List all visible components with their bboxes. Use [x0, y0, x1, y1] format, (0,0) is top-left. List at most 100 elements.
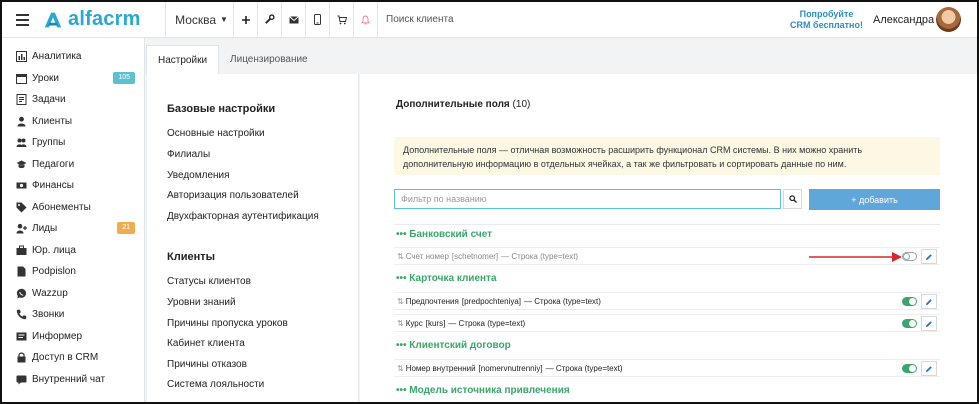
nav-link-branches[interactable]: Филиалы [167, 149, 210, 160]
city-selector[interactable]: Москва ▼ [166, 2, 234, 38]
sidebar-item-internal-chat[interactable]: Внутренний чат [2, 369, 144, 391]
promo-line1: Попробуйте [799, 9, 854, 19]
group-title-client-contract[interactable]: ••• Клиентский договор [396, 340, 511, 351]
nav-link-client-statuses[interactable]: Статусы клиентов [167, 276, 251, 287]
sidebar: Аналитика Уроки 105 Задачи Клиенты Групп… [2, 38, 145, 402]
search-button[interactable] [783, 189, 802, 209]
nav-link-user-auth[interactable]: Авторизация пользователей [167, 190, 299, 201]
promo-line2: CRM бесплатно! [790, 20, 863, 30]
group-title-client-card[interactable]: ••• Карточка клиента [396, 273, 497, 284]
cart-icon [337, 15, 347, 24]
leads-count-badge: 21 [117, 222, 135, 234]
avatar[interactable] [936, 7, 961, 32]
try-free-link[interactable]: Попробуйте CRM бесплатно! [789, 9, 864, 31]
notice-line1: Дополнительные поля — отличная возможнос… [403, 145, 863, 155]
sidebar-item-clients[interactable]: Клиенты [2, 111, 144, 133]
user-name[interactable]: Александра [873, 14, 934, 26]
pencil-icon [926, 253, 932, 260]
wrench-button[interactable] [258, 2, 282, 38]
nav-link-refusal-reasons[interactable]: Причины отказов [167, 359, 247, 370]
field-type: — Строка (type=text) [545, 363, 623, 373]
sidebar-item-label: Клиенты [32, 115, 73, 127]
notifications-button[interactable] [354, 2, 378, 38]
field-name: Счет номер [405, 251, 449, 261]
filter-input[interactable]: Фильтр по названию [394, 189, 781, 209]
top-bar: alfacrm Москва ▼ Поиск клиента Попробуйт… [2, 2, 977, 38]
edit-field-button[interactable] [921, 316, 937, 331]
drag-handle-icon[interactable]: ⇅ [397, 319, 404, 328]
notice-line2: дополнительную информацию в отдельных яч… [403, 159, 847, 169]
search-icon [788, 195, 797, 203]
group-title-lead-source-model[interactable]: ••• Модель источника привлечения [396, 385, 570, 396]
city-label: Москва [175, 12, 217, 27]
main-panel: Дополнительные поля (10) Дополнительные … [360, 74, 977, 402]
drag-handle-icon[interactable]: ⇅ [397, 297, 404, 306]
tasks-icon [16, 94, 27, 106]
sidebar-item-podpislon[interactable]: Podpislon [2, 261, 144, 283]
drag-handle-icon[interactable]: ⇅ [397, 364, 404, 373]
sidebar-item-label: Педагоги [32, 158, 75, 170]
client-search-input[interactable]: Поиск клиента [386, 14, 454, 25]
sidebar-item-teachers[interactable]: Педагоги [2, 154, 144, 176]
sidebar-item-lessons[interactable]: Уроки 105 [2, 68, 144, 90]
field-name: Курс [405, 318, 423, 328]
sidebar-item-crm-access[interactable]: Доступ в CRM [2, 347, 144, 369]
field-code: [schetnomer] [451, 251, 499, 261]
pencil-icon [926, 320, 932, 327]
field-enabled-toggle[interactable] [902, 252, 917, 261]
nav-link-2fa[interactable]: Двухфакторная аутентификация [167, 211, 319, 222]
edit-field-button[interactable] [921, 249, 937, 264]
user-plus-icon [16, 224, 27, 234]
nav-link-knowledge-levels[interactable]: Уровни знаний [167, 297, 236, 308]
sidebar-item-label: Лиды [32, 223, 58, 235]
sidebar-item-label: Группы [32, 137, 66, 149]
edit-field-button[interactable] [921, 361, 937, 376]
nav-link-client-cabinet[interactable]: Кабинет клиента [167, 338, 245, 349]
add-field-button[interactable]: + добавить [809, 189, 940, 210]
whatsapp-icon [16, 288, 27, 299]
sidebar-item-informer[interactable]: Информер [2, 326, 144, 348]
field-enabled-toggle[interactable] [902, 297, 917, 306]
field-type: — Строка (type=text) [501, 251, 579, 261]
field-row: ⇅ Предпочтения [predpochteniya] — Строка… [394, 292, 940, 310]
sidebar-item-wazzup[interactable]: Wazzup [2, 283, 144, 305]
file-icon [17, 266, 26, 277]
nav-link-notifications[interactable]: Уведомления [167, 170, 230, 181]
menu-icon[interactable] [8, 2, 36, 38]
sidebar-item-leads[interactable]: Лиды 21 [2, 218, 144, 240]
group-title-bank-account[interactable]: ••• Банковский счет [396, 229, 492, 240]
logo-mark-icon [44, 12, 62, 27]
sidebar-item-analytics[interactable]: Аналитика [2, 46, 144, 68]
sidebar-item-finance[interactable]: Финансы [2, 175, 144, 197]
field-type: — Строка (type=text) [524, 296, 601, 306]
nav-link-loyalty[interactable]: Система лояльности [167, 379, 264, 390]
cart-button[interactable] [330, 2, 354, 38]
bell-icon [361, 15, 370, 25]
field-code: [predpochteniya] [461, 296, 522, 306]
sidebar-item-legal-entities[interactable]: Юр. лица [2, 240, 144, 262]
section-title-clients: Клиенты [167, 251, 216, 263]
logo[interactable]: alfacrm [42, 8, 147, 31]
field-enabled-toggle[interactable] [902, 319, 917, 328]
edit-field-button[interactable] [921, 294, 937, 309]
wrench-icon [265, 14, 275, 24]
plus-button[interactable] [234, 2, 258, 38]
tab-licensing[interactable]: Лицензирование [219, 45, 319, 74]
drag-handle-icon[interactable]: ⇅ [397, 252, 404, 261]
sidebar-item-calls[interactable]: Звонки [2, 304, 144, 326]
nav-link-main-settings[interactable]: Основные настройки [167, 128, 265, 139]
nav-link-absence-reasons[interactable]: Причины пропуска уроков [167, 318, 288, 329]
annotation-arrow-icon [809, 252, 902, 262]
sidebar-item-subscriptions[interactable]: Абонементы [2, 197, 144, 219]
phone-button[interactable] [306, 2, 330, 38]
sidebar-item-groups[interactable]: Группы [2, 132, 144, 154]
field-enabled-toggle[interactable] [902, 364, 917, 373]
divider [394, 224, 940, 225]
field-row: ⇅ Курс [kurs] — Строка (type=text) [394, 314, 940, 332]
sidebar-item-label: Уроки [32, 72, 59, 84]
sidebar-item-tasks[interactable]: Задачи [2, 89, 144, 111]
mail-button[interactable] [282, 2, 306, 38]
calendar-icon [16, 73, 27, 84]
logo-text: alfacrm [68, 8, 141, 30]
tab-settings[interactable]: Настройки [146, 45, 220, 74]
